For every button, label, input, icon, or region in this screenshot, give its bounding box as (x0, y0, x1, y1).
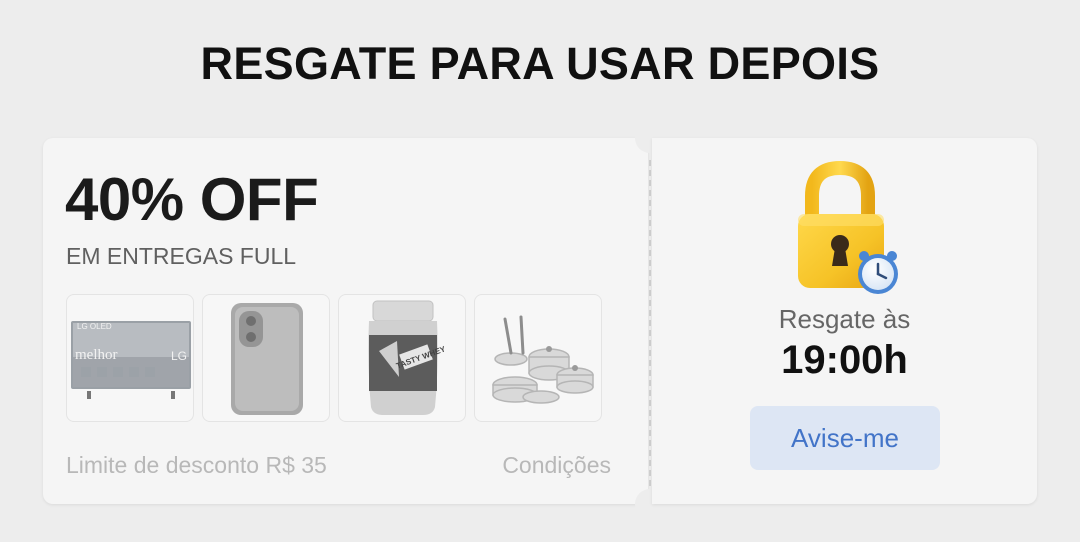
page-headline: RESGATE PARA USAR DEPOIS (200, 38, 880, 89)
discount-limit: Limite de desconto R$ 35 (66, 452, 327, 478)
tv-brand-top: LG OLED (77, 322, 112, 331)
notify-me-button[interactable]: Avise-me (750, 406, 940, 470)
tv-slogan: melhor (75, 347, 118, 363)
discount-subtitle: EM ENTREGAS FULL (66, 243, 297, 269)
redeem-label: Resgate às (778, 304, 911, 334)
tv-brand: LG (171, 349, 188, 363)
redeem-time: 19:00h (781, 338, 908, 382)
supplement-thumbnail: TASTY WHEY (338, 294, 466, 422)
lock-clock-icon (782, 158, 902, 298)
ticket-divider (649, 160, 651, 486)
tv-thumbnail: LG OLED melhor LG (66, 294, 194, 422)
phone-thumbnail (202, 294, 330, 422)
discount-title: 40% OFF (65, 166, 319, 233)
cookware-thumbnail (474, 294, 602, 422)
product-thumbnails: LG OLED melhor LG TASTY WHEY (66, 294, 602, 422)
coupon-card-right: Resgate às 19:00h Avise-me (652, 138, 1037, 504)
coupon-card-left: 40% OFF EM ENTREGAS FULL LG OLED melhor (43, 138, 648, 504)
conditions-link[interactable]: Condições (502, 452, 611, 479)
